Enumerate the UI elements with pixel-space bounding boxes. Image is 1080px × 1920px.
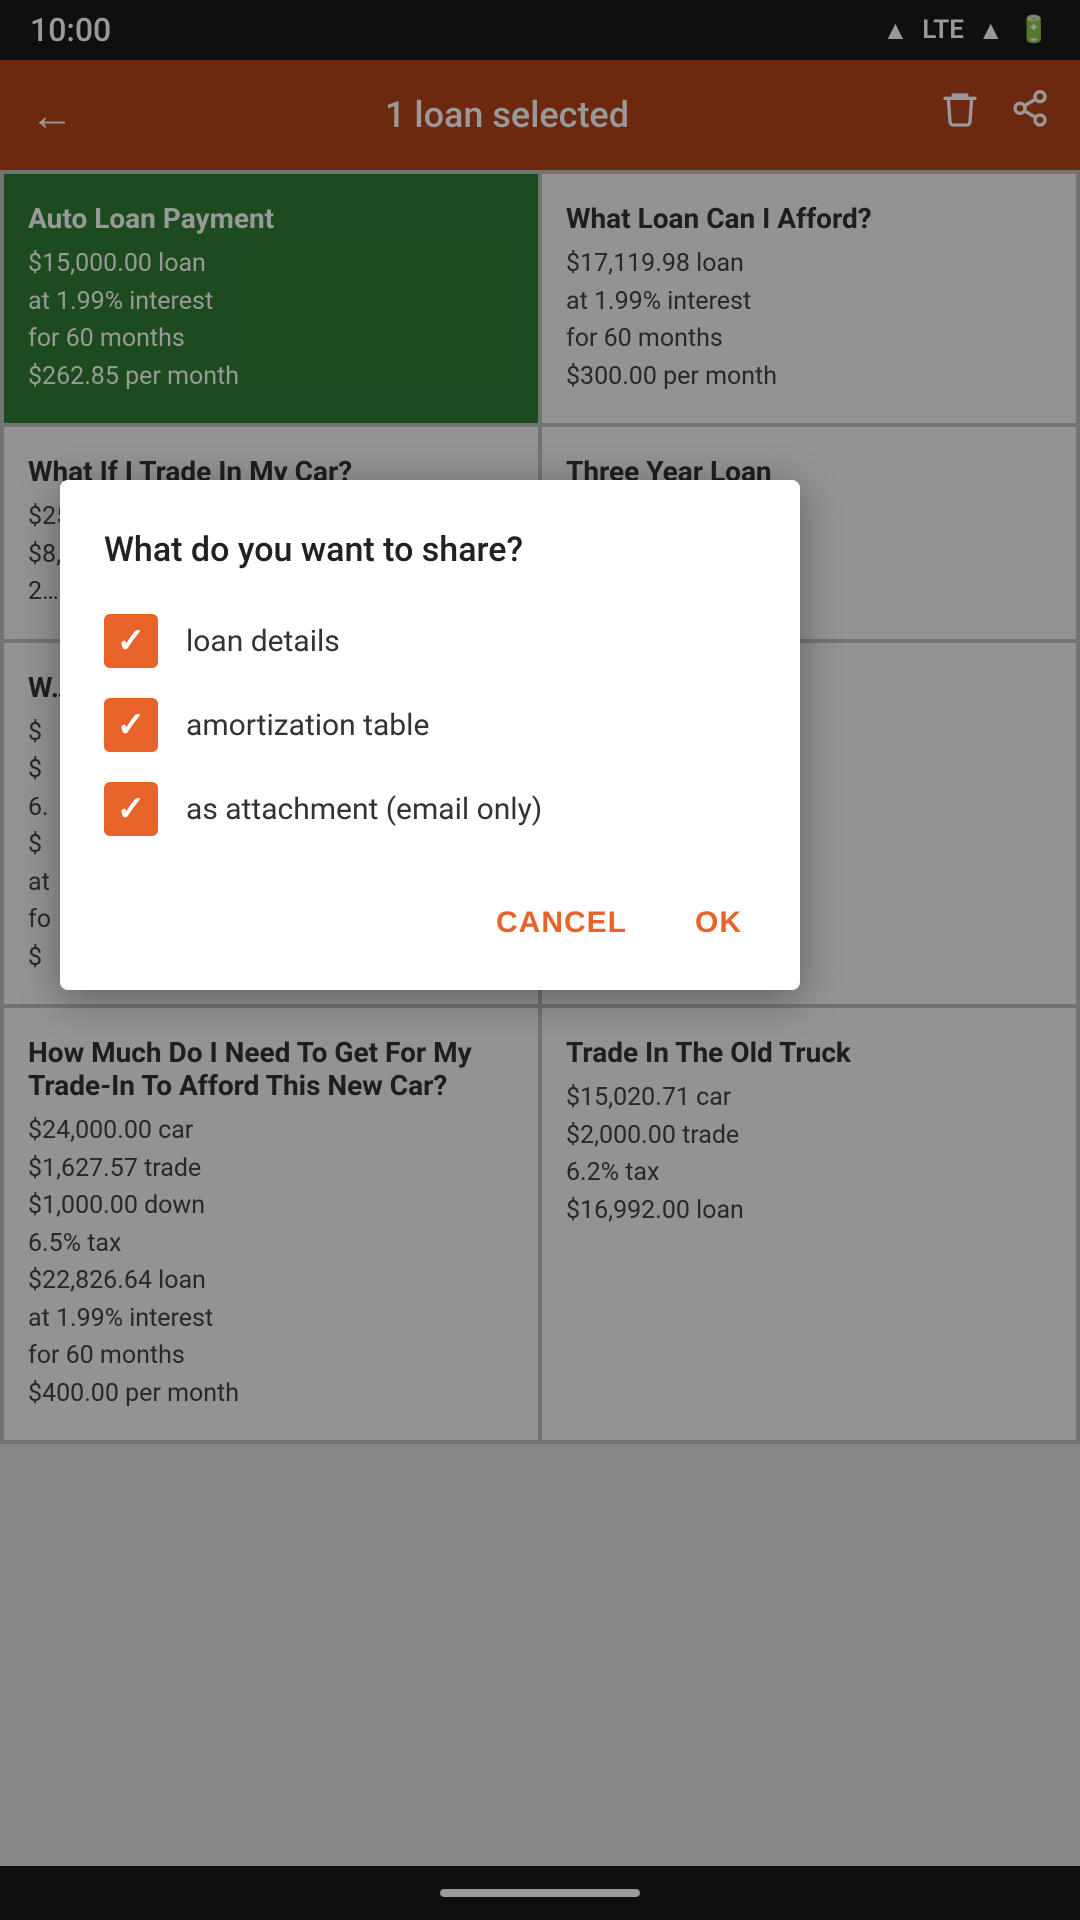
cancel-button[interactable]: CANCEL bbox=[482, 896, 641, 950]
checkbox-opt-attachment[interactable]: ✓ bbox=[104, 782, 158, 836]
ok-button[interactable]: OK bbox=[681, 896, 756, 950]
option-label: loan details bbox=[186, 624, 340, 659]
checkmark-icon: ✓ bbox=[117, 705, 146, 745]
dialog-option[interactable]: ✓ as attachment (email only) bbox=[104, 782, 756, 836]
dialog-actions: CANCEL OK bbox=[104, 896, 756, 950]
checkmark-icon: ✓ bbox=[117, 621, 146, 661]
checkmark-icon: ✓ bbox=[117, 789, 146, 829]
checkbox-opt-loan-details[interactable]: ✓ bbox=[104, 614, 158, 668]
dialog-option[interactable]: ✓ amortization table bbox=[104, 698, 756, 752]
share-dialog: What do you want to share? ✓ loan details… bbox=[60, 480, 800, 990]
dialog-option[interactable]: ✓ loan details bbox=[104, 614, 756, 668]
option-label: as attachment (email only) bbox=[186, 792, 542, 827]
option-label: amortization table bbox=[186, 708, 429, 743]
checkbox-opt-amortization[interactable]: ✓ bbox=[104, 698, 158, 752]
dialog-title: What do you want to share? bbox=[104, 530, 756, 570]
dialog-options: ✓ loan details ✓ amortization table ✓ as atta… bbox=[104, 614, 756, 836]
